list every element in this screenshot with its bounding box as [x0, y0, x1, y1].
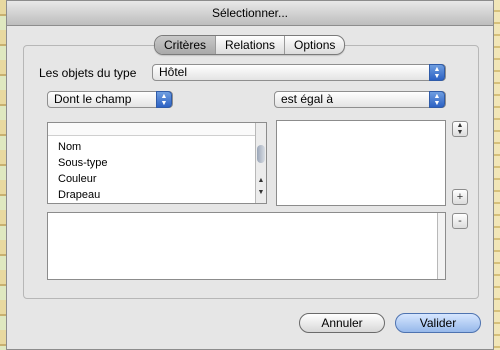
field-popup-value: Dont le champ — [54, 92, 132, 106]
updown-arrows-icon: ▲ ▼ — [429, 64, 445, 81]
object-type-popup[interactable]: Hôtel ▲ ▼ — [152, 64, 446, 81]
tab-relations[interactable]: Relations — [216, 36, 286, 54]
scroll-down-arrow-icon[interactable]: ▼ — [256, 189, 266, 196]
updown-arrows-icon: ▲ ▼ — [156, 91, 172, 108]
selection-dialog: Sélectionner... Les objets du type Hôtel… — [6, 0, 494, 350]
list-header — [48, 123, 255, 136]
window-title: Sélectionner... — [211, 6, 289, 20]
map-background-right — [494, 0, 500, 350]
list-item[interactable]: Nom — [58, 141, 81, 153]
cancel-button[interactable]: Annuler — [299, 313, 385, 333]
window-titlebar: Sélectionner... — [7, 1, 493, 26]
scroll-up-arrow-icon[interactable]: ▲ — [256, 177, 266, 184]
scroll-thumb[interactable] — [257, 145, 265, 163]
list-item[interactable]: Drapeau — [58, 189, 100, 201]
criteria-list-scrollbar[interactable] — [437, 213, 445, 279]
object-type-value: Hôtel — [159, 65, 188, 79]
criteria-list[interactable] — [47, 212, 446, 280]
add-button[interactable]: + — [452, 189, 468, 205]
criteria-group-box: Les objets du type Hôtel ▲ ▼ Dont le cham… — [23, 45, 479, 299]
tab-options[interactable]: Options — [285, 36, 344, 54]
ok-button[interactable]: Valider — [395, 313, 481, 333]
list-item[interactable]: Sous-type — [58, 157, 108, 169]
operator-popup[interactable]: est égal à ▲ ▼ — [274, 91, 446, 108]
field-popup[interactable]: Dont le champ ▲ ▼ — [47, 91, 173, 108]
list-item[interactable]: Couleur — [58, 173, 97, 185]
tab-bar: Critères Relations Options — [154, 35, 346, 55]
fields-list-scrollbar[interactable]: ▲ ▼ — [255, 123, 266, 203]
values-list[interactable] — [276, 120, 446, 206]
remove-button[interactable]: - — [452, 213, 468, 229]
updown-arrows-icon: ▲ ▼ — [429, 91, 445, 108]
operator-popup-value: est égal à — [281, 92, 334, 106]
stepper-icon[interactable]: ▲ ▼ — [452, 121, 468, 137]
object-type-label: Les objets du type — [39, 66, 137, 80]
tab-criteres[interactable]: Critères — [155, 36, 217, 54]
fields-list[interactable]: Nom Sous-type Couleur Drapeau ▲ ▼ — [47, 122, 267, 204]
